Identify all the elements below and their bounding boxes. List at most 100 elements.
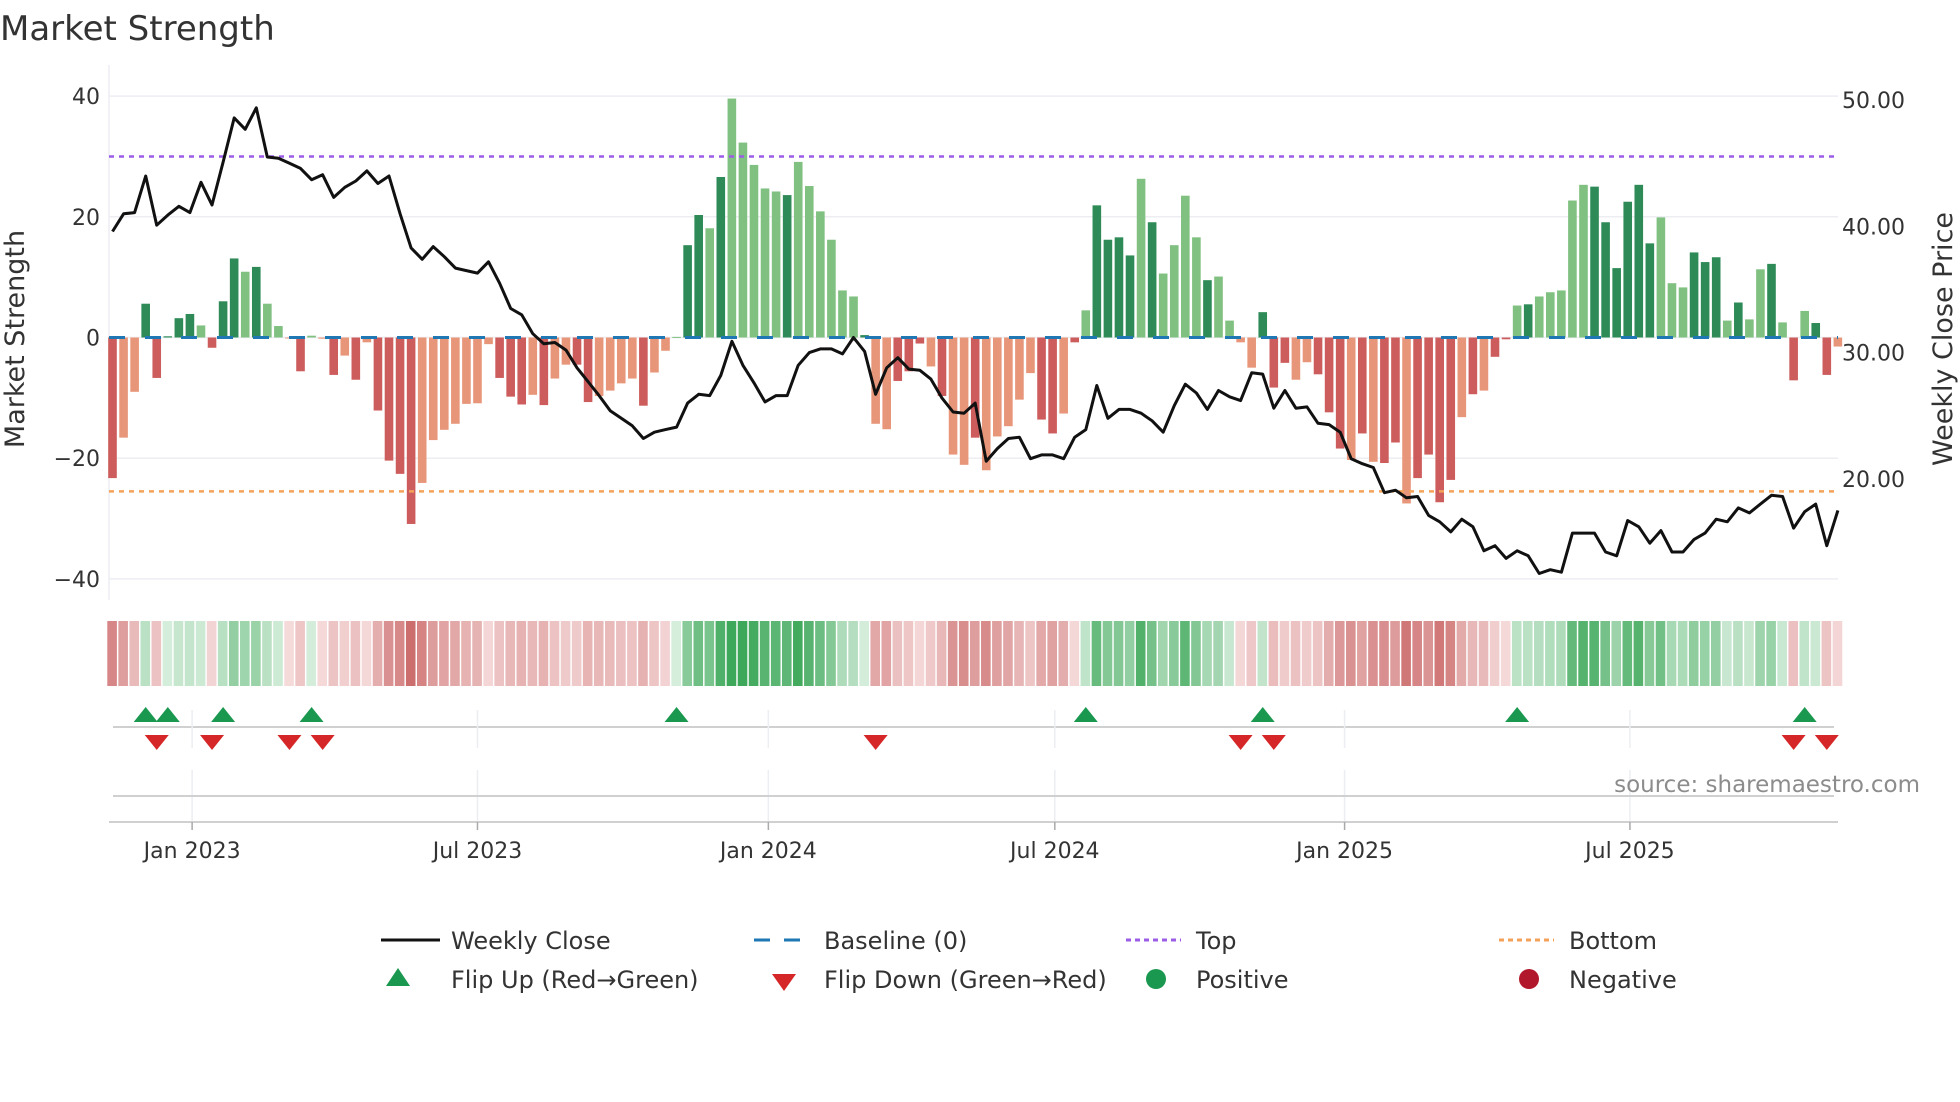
y2-tick-label: 30.00 <box>1842 342 1905 367</box>
legend-item-bottom: Bottom <box>1499 927 1657 955</box>
market-strength-chart: Market Strength 40 20 0 −20 −40 50.00 40.00 30… <box>0 9 1959 994</box>
triangle-down-icon <box>772 974 796 991</box>
heat-strip-cell <box>1323 621 1334 686</box>
strength-bar <box>495 337 504 378</box>
heat-strip-cell <box>416 621 427 686</box>
strength-bar <box>1181 195 1190 338</box>
heat-strip-cell <box>1733 621 1743 686</box>
heat-strip-cell <box>262 621 272 686</box>
reference-lines <box>109 155 1838 493</box>
strength-bar <box>1037 337 1046 420</box>
flip-down-marker <box>1228 735 1253 750</box>
strength-bar <box>605 337 615 391</box>
heat-strip-cell <box>118 621 128 686</box>
strength-bar <box>1147 222 1157 338</box>
strength-bar <box>417 337 427 483</box>
strength-bar <box>782 195 792 338</box>
strength-bar <box>373 337 383 411</box>
strength-bar <box>473 337 482 404</box>
strength-bar <box>1468 337 1478 395</box>
heat-strip-cell <box>1622 621 1633 686</box>
y2-tick-label: 50.00 <box>1842 89 1905 114</box>
y-tick-label: 20 <box>72 206 100 231</box>
flip-up-marker <box>664 707 689 722</box>
heat-strip-cell <box>1047 621 1057 686</box>
heat-strip-cell <box>328 621 339 686</box>
heat-strip-cell <box>671 621 681 686</box>
strength-bar <box>207 337 217 348</box>
heat-strip <box>107 621 1843 686</box>
flip-down-marker <box>1814 735 1839 750</box>
strength-bar <box>650 337 659 373</box>
heat-strip-cell <box>1633 621 1644 686</box>
strength-bar <box>1258 312 1268 338</box>
heat-strip-cell <box>593 621 604 686</box>
strength-bar <box>838 290 847 338</box>
legend-item-weekly-close: Weekly Close <box>381 927 611 955</box>
y2-axis-label: Weekly Close Price <box>1928 212 1959 466</box>
heat-strip-cell <box>1169 621 1179 686</box>
heat-strip-cell <box>129 621 140 686</box>
legend-label: Bottom <box>1569 927 1657 955</box>
heat-strip-cell <box>361 621 372 686</box>
strength-bar <box>882 337 891 430</box>
strength-bar <box>163 336 173 338</box>
x-tick-label: Jul 2025 <box>1583 839 1675 864</box>
strength-bar <box>119 337 128 438</box>
strength-bar <box>1324 337 1334 413</box>
heat-strip-cell <box>1235 621 1246 686</box>
strength-bar <box>1711 257 1721 338</box>
heat-strip-cell <box>372 621 383 686</box>
heat-strip-cell <box>284 621 294 686</box>
x-axis: Jan 2023 Jul 2023 Jan 2024 Jul 2024 Jan 2025… <box>109 795 1838 864</box>
heat-strip-cell <box>450 621 460 686</box>
heat-strip-cell <box>1766 621 1776 686</box>
heat-strip-cell <box>682 621 693 686</box>
strength-bar <box>395 337 405 474</box>
strength-bar <box>1689 252 1699 338</box>
strength-bar <box>1557 290 1566 338</box>
flip-up-marker <box>133 707 158 722</box>
heat-strip-cell <box>1556 621 1566 686</box>
strength-bar <box>1081 310 1091 338</box>
heat-strip-cell <box>1102 621 1113 686</box>
strength-bar <box>1435 337 1444 503</box>
heat-strip-cell <box>936 621 947 686</box>
strength-bar <box>196 325 206 338</box>
strength-bar <box>1756 269 1765 338</box>
strength-bar <box>1734 302 1743 338</box>
heat-strip-cell <box>1810 621 1821 686</box>
heat-strip-cell <box>560 621 571 686</box>
flip-down-marker <box>144 735 169 750</box>
strength-bar <box>1745 319 1754 338</box>
legend-label: Top <box>1195 927 1237 955</box>
strength-bar <box>628 337 637 379</box>
heat-strip-cell <box>1213 621 1223 686</box>
x-tick-label: Jul 2023 <box>431 839 523 864</box>
heat-strip-cell <box>859 621 869 686</box>
strength-bar <box>771 191 781 338</box>
x-tick-label: Jan 2025 <box>1294 839 1393 864</box>
strength-bar <box>351 337 361 380</box>
strength-bar <box>340 337 350 356</box>
heat-strip-cell <box>1058 621 1069 686</box>
heat-strip-cell <box>1655 621 1666 686</box>
heat-strip-cell <box>1014 621 1024 686</box>
heat-strip-cell <box>992 621 1002 686</box>
heat-strip-cell <box>1666 621 1677 686</box>
strength-bar <box>1479 337 1489 391</box>
heat-strip-cell <box>958 621 969 686</box>
heat-strip-cell <box>1755 621 1765 686</box>
heat-strip-cell <box>571 621 582 686</box>
strength-bar <box>240 271 250 338</box>
y2-tick-label: 20.00 <box>1842 468 1905 493</box>
strength-bar <box>1590 186 1599 338</box>
strength-bar <box>1424 337 1433 455</box>
heat-strip-cell <box>1357 621 1367 686</box>
heat-strip-cell <box>549 621 560 686</box>
legend-label: Flip Up (Red→Green) <box>451 966 699 994</box>
heat-strip-cell <box>1799 621 1810 686</box>
heat-strip-cell <box>704 621 715 686</box>
heat-strip-cell <box>1334 621 1345 686</box>
heat-strip-cell <box>405 621 416 686</box>
